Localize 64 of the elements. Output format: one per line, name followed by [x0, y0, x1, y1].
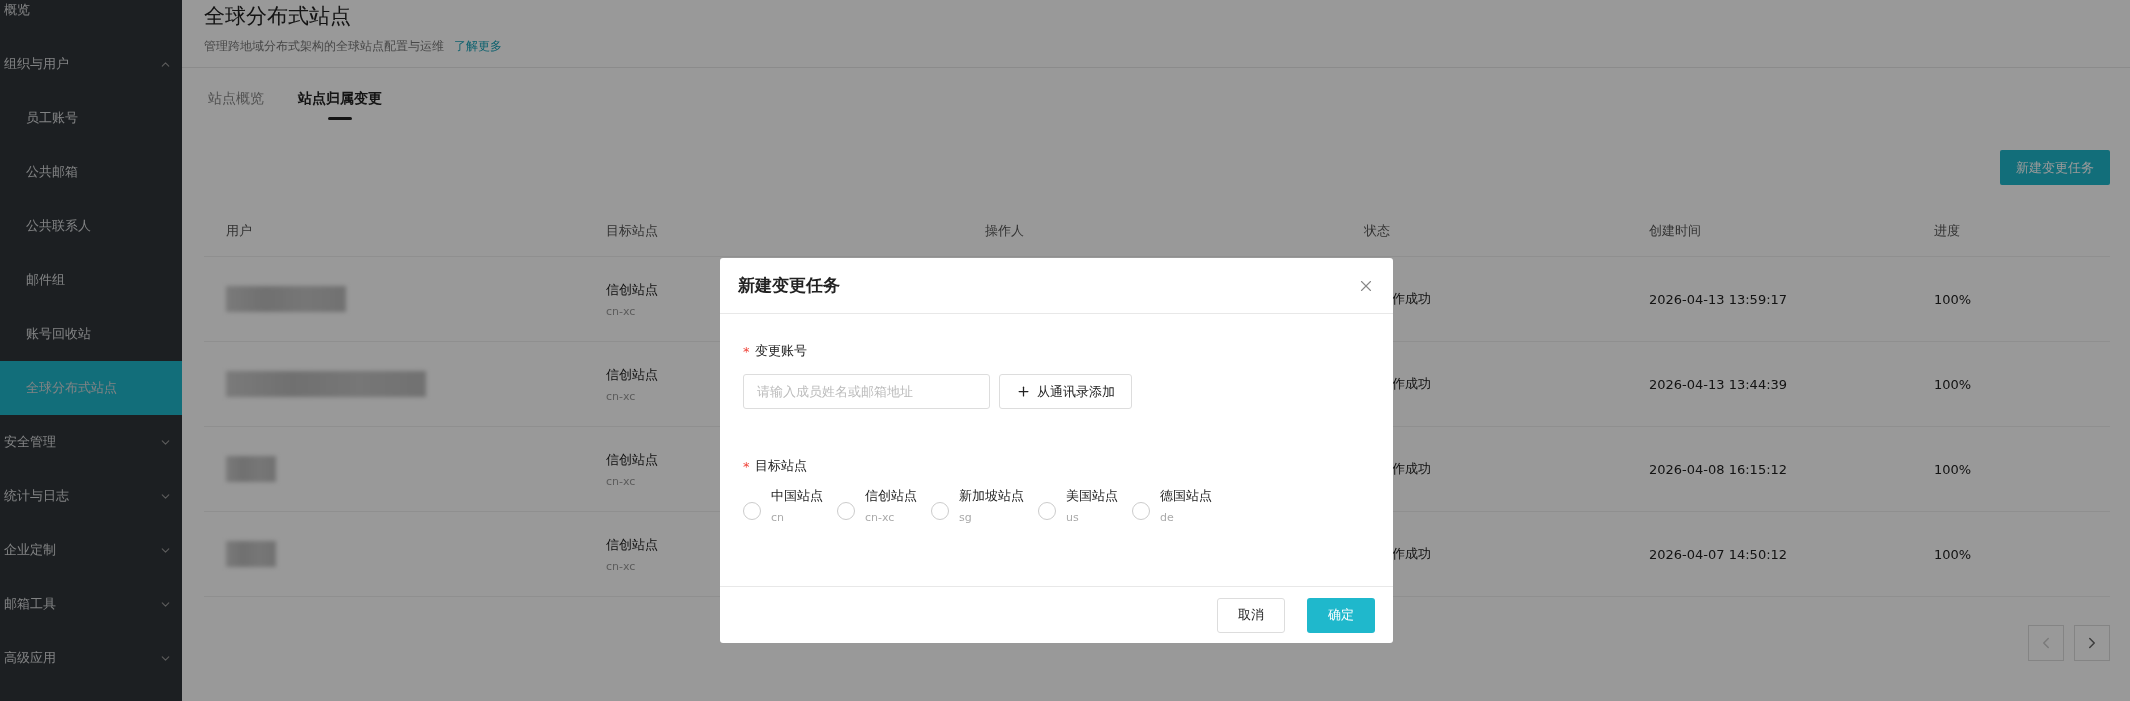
required-mark: * [743, 458, 750, 474]
cancel-button[interactable]: 取消 [1217, 597, 1285, 633]
option-label[interactable]: 美国站点 [1066, 487, 1118, 505]
required-mark: * [743, 343, 750, 359]
table-cell-text: 作成功 [1391, 545, 1432, 563]
table-cell: cn-xc [606, 474, 636, 488]
learn-more-link[interactable]: 了解更多 [454, 38, 502, 55]
tab[interactable]: 站点归属变更 [298, 90, 382, 120]
sidebar-item[interactable]: 员工账号 [0, 91, 182, 145]
table-cell: 信创站点 [606, 450, 658, 469]
table-cell-text: 100% [1933, 376, 1973, 392]
option-code: de [1160, 511, 1175, 524]
column-header: 目标站点 [605, 221, 659, 240]
account-input-field[interactable]: 请输入成员姓名或邮箱地址 [743, 374, 990, 409]
table-cell-text: 2026-04-07 14:50:12 [1648, 546, 1789, 562]
table-cell: cn-xc [606, 304, 636, 318]
sidebar-item[interactable]: 概览 [0, 0, 182, 37]
table-cell-text: 100% [1933, 291, 1973, 307]
sidebar-item[interactable]: 账号回收站 [0, 307, 182, 361]
page-subtitle: 管理跨地域分布式架构的全球站点配置与运维 [204, 38, 444, 55]
table-cell-text: 作成功 [1391, 290, 1432, 308]
sidebar-item[interactable]: 邮箱工具 [0, 577, 182, 631]
column-header: 状态 [1363, 221, 1391, 240]
option-label[interactable]: 信创站点 [865, 487, 917, 505]
option-label[interactable]: 德国站点 [1160, 487, 1212, 505]
table-cell: 信创站点 [606, 365, 658, 384]
table-cell: 信创站点 [606, 280, 658, 299]
column-header: 进度 [1933, 221, 1961, 240]
table-cell-text: 作成功 [1391, 460, 1432, 478]
sidebar-item[interactable]: 安全管理 [0, 415, 182, 469]
option-code: cn [771, 511, 786, 524]
option-label[interactable]: 中国站点 [771, 487, 823, 505]
field-label: 目标站点 [754, 457, 807, 475]
option-code: us [1066, 511, 1080, 524]
add-from-contacts-button[interactable]: 从通讯录添加 [999, 374, 1132, 409]
table-cell: cn-xc [606, 389, 636, 403]
table-cell: 信创站点 [606, 535, 658, 554]
option-code: cn-xc [865, 511, 896, 524]
table-cell-text: 2026-04-13 13:44:39 [1648, 376, 1789, 392]
confirm-button[interactable]: 确定 [1307, 597, 1375, 633]
sidebar-item[interactable]: 统计与日志 [0, 469, 182, 523]
table-cell-text: 2026-04-08 16:15:12 [1648, 461, 1789, 477]
sidebar-item[interactable]: 公共联系人 [0, 199, 182, 253]
sidebar-item[interactable]: 高级应用 [0, 631, 182, 685]
plus-icon [1016, 384, 1031, 399]
next-page-button[interactable] [2074, 625, 2110, 661]
dialog-title: 新建变更任务 [738, 274, 840, 297]
table-cell-text: 2026-04-13 13:59:17 [1648, 291, 1789, 307]
column-header: 操作人 [984, 221, 1025, 240]
sidebar-item[interactable]: 公共邮箱 [0, 145, 182, 199]
column-header: 用户 [225, 221, 253, 240]
sidebar-item[interactable]: 组织与用户 [0, 37, 182, 91]
column-header: 创建时间 [1648, 221, 1702, 240]
sidebar-item[interactable]: 企业定制 [0, 523, 182, 577]
table-cell-text: 作成功 [1391, 375, 1432, 393]
option-code: sg [959, 511, 973, 524]
option-label[interactable]: 新加坡站点 [959, 487, 1024, 505]
sidebar-item[interactable]: 邮件组 [0, 253, 182, 307]
field-label: 变更账号 [754, 342, 807, 360]
table-cell-text: 100% [1933, 461, 1973, 477]
table-cell-text: 100% [1933, 546, 1973, 562]
page-title: 全球分布式站点 [204, 3, 352, 30]
tab[interactable]: 站点概览 [208, 90, 264, 120]
table-cell: cn-xc [606, 559, 636, 573]
